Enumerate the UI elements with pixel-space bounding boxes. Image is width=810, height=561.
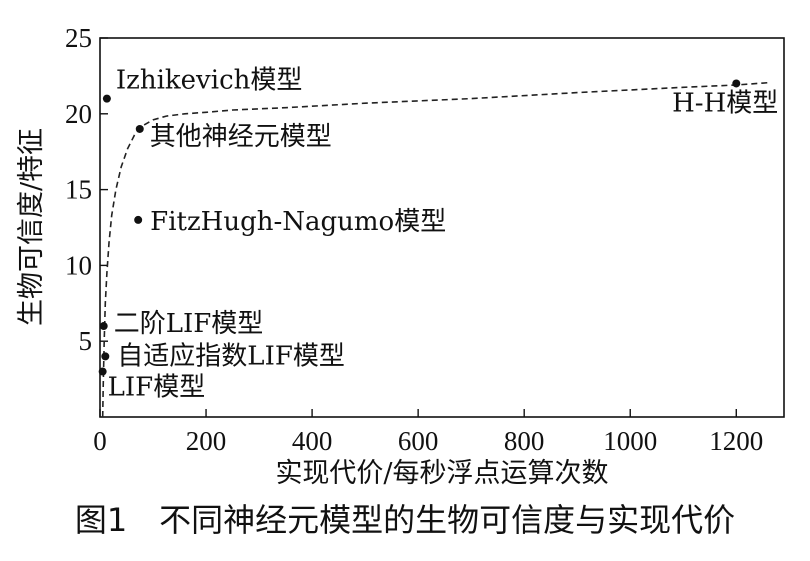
x-axis-title: 实现代价/每秒浮点运算次数 xyxy=(275,458,608,489)
y-tick-label: 5 xyxy=(79,326,93,356)
data-point xyxy=(99,322,108,331)
point-label: FitzHugh-Nagumo模型 xyxy=(150,207,446,237)
x-tick-label: 800 xyxy=(504,426,545,456)
y-tick-label: 25 xyxy=(65,23,92,53)
x-tick-label: 1200 xyxy=(709,426,763,456)
x-tick-label: 1000 xyxy=(603,426,657,456)
point-label: Izhikevich模型 xyxy=(116,66,302,96)
point-label: H-H模型 xyxy=(672,88,778,118)
data-point xyxy=(101,352,110,361)
point-label: 自适应指数LIF模型 xyxy=(117,341,345,371)
figure-caption: 图1 不同神经元模型的生物可信度与实现代价 xyxy=(74,501,736,539)
x-axis-ticks: 0 200 400 600 800 1000 1200 xyxy=(93,409,763,456)
data-point xyxy=(134,215,143,224)
y-axis-ticks: 5 10 15 20 25 xyxy=(65,23,108,356)
y-axis-title: 生物可信度/特征 xyxy=(16,128,47,326)
x-tick-label: 200 xyxy=(186,426,227,456)
data-point xyxy=(98,367,107,376)
x-tick-label: 0 xyxy=(93,426,107,456)
y-tick-label: 15 xyxy=(65,175,92,205)
x-tick-label: 600 xyxy=(398,426,439,456)
data-point xyxy=(732,79,741,88)
x-tick-label: 400 xyxy=(292,426,333,456)
data-points: Izhikevich模型其他神经元模型 FitzHugh-Nagumo模型二阶LI… xyxy=(98,66,778,403)
point-label: LIF模型 xyxy=(108,373,206,403)
chart: 0 200 400 600 800 1000 1200 5 10 15 20 25 Izhikevi… xyxy=(16,23,785,489)
point-label: 二阶LIF模型 xyxy=(114,309,264,339)
data-point xyxy=(102,94,111,103)
y-tick-label: 10 xyxy=(65,250,92,280)
data-point xyxy=(135,124,144,133)
y-tick-label: 20 xyxy=(65,99,92,129)
point-label: 其他神经元模型 xyxy=(150,122,332,152)
